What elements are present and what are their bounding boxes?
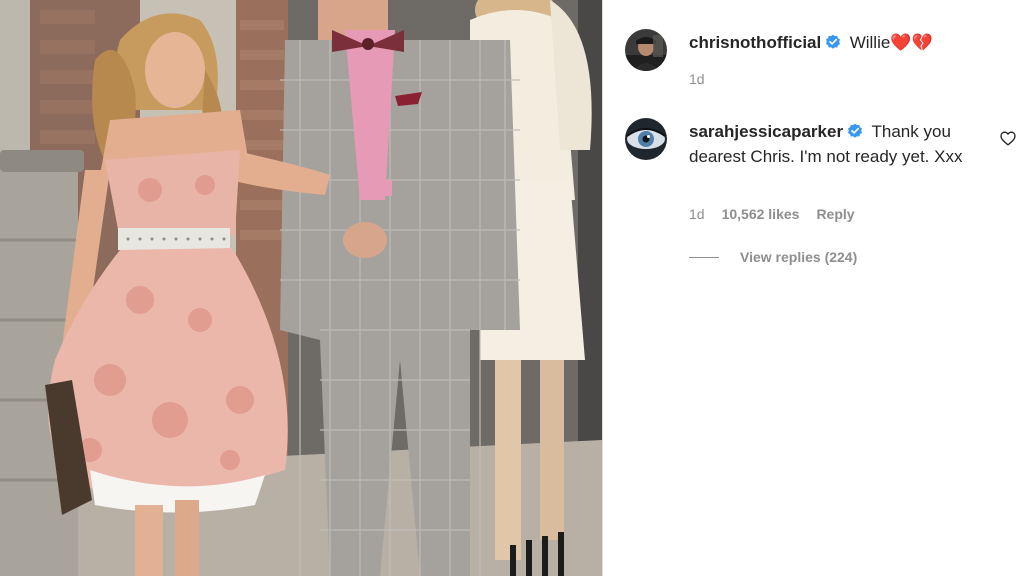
comments-panel: chrisnothofficial Willie❤️💔 1d sarahjess… [603, 0, 1024, 576]
profile-photo-sarah-icon [625, 118, 667, 160]
instagram-post-view: chrisnothofficial Willie❤️💔 1d sarahjess… [0, 0, 1024, 576]
comment-avatar[interactable] [625, 118, 667, 160]
profile-photo-chris-icon [625, 29, 667, 71]
comment-meta: 1d 10,562 likes Reply [689, 206, 855, 222]
view-replies-label: View replies (224) [740, 249, 858, 265]
reply-button[interactable]: Reply [816, 206, 854, 222]
view-replies-button[interactable]: View replies (224) [689, 249, 857, 265]
verified-badge-icon [848, 123, 863, 138]
verified-badge-icon [826, 34, 841, 49]
caption-username[interactable]: chrisnothofficial [689, 33, 821, 52]
comment-likes[interactable]: 10,562 likes [722, 206, 800, 222]
post-photo[interactable] [0, 0, 602, 576]
view-replies-line [689, 256, 719, 258]
comment-username[interactable]: sarahjessicaparker [689, 122, 843, 141]
photo-illustration [0, 0, 602, 576]
caption-avatar[interactable] [625, 29, 667, 71]
comment-timestamp[interactable]: 1d [689, 206, 705, 222]
comment-body: sarahjessicaparker Thank you dearest Chr… [689, 120, 989, 169]
caption-timestamp[interactable]: 1d [689, 71, 705, 87]
heart-outline-icon[interactable] [1000, 131, 1016, 146]
post-caption: chrisnothofficial Willie❤️💔 [689, 32, 933, 55]
caption-text: Willie❤️💔 [849, 33, 933, 52]
